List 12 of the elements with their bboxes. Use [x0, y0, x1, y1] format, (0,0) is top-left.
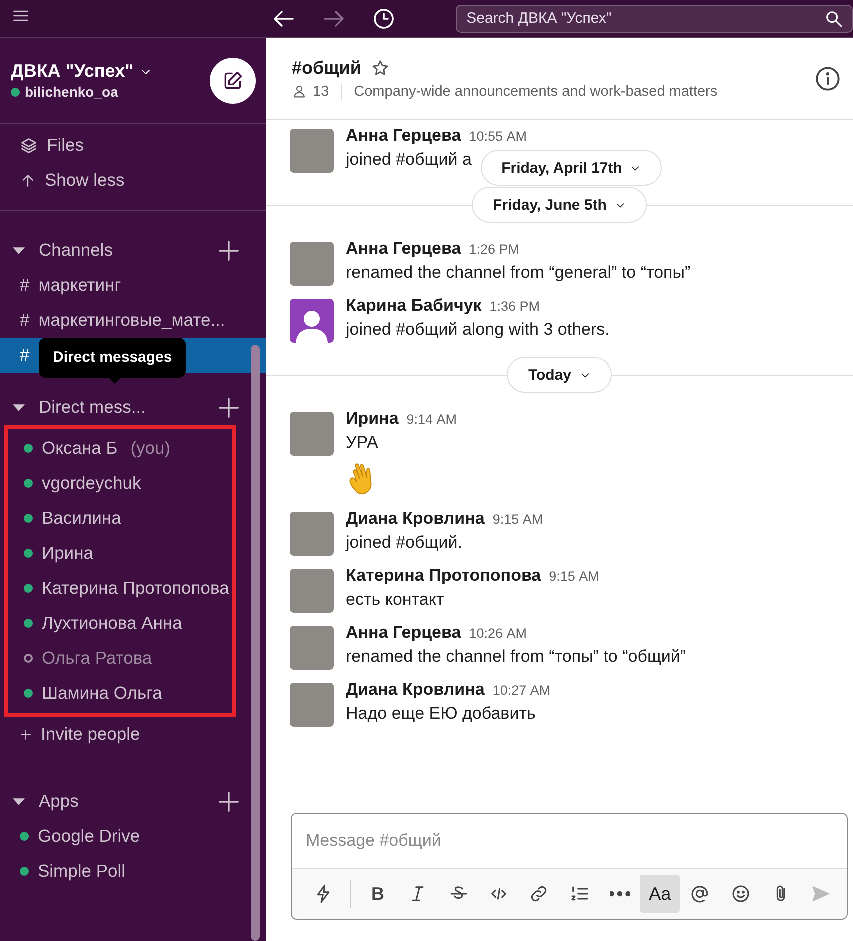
message-text: Надо еще ЕЮ добавить — [346, 704, 536, 724]
message-text: renamed the channel from “general” to “топы” — [346, 263, 691, 283]
message-text: renamed the channel from “топы” to “общий” — [346, 647, 686, 667]
message-text: joined #общий along with 3 others. — [346, 320, 610, 340]
message-text: УРА — [346, 433, 378, 453]
tooltip: Direct messages — [39, 338, 186, 378]
channel-title: #общий — [292, 58, 362, 78]
message-text: joined #общий. — [346, 533, 462, 553]
channel-topic: Company-wide announcements and work-based matters — [354, 84, 718, 100]
user-name: bilichenko_oa — [25, 84, 118, 100]
message-text: есть контакт — [346, 590, 444, 610]
message-text: joined #общий a — [346, 150, 472, 170]
